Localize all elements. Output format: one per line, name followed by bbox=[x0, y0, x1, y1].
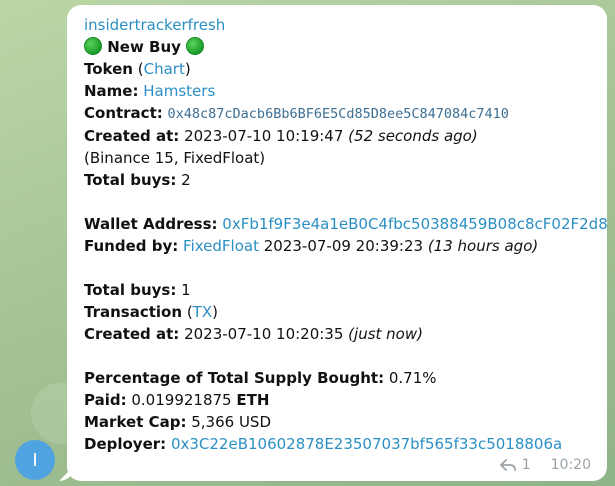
funded-link[interactable]: FixedFloat bbox=[183, 237, 259, 255]
sender-name[interactable]: insidertrackerfresh bbox=[84, 14, 593, 36]
wallet-total-buys-row: Total buys: 1 bbox=[84, 279, 593, 301]
paid-unit: ETH bbox=[236, 391, 270, 409]
pct-value: 0.71% bbox=[388, 369, 437, 387]
created-value: 2023-07-10 10:19:47 bbox=[184, 127, 344, 145]
tx-created-row: Created at: 2023-07-10 10:20:35 (just no… bbox=[84, 323, 593, 345]
green-circle-icon bbox=[84, 37, 102, 55]
headline: New Buy bbox=[84, 36, 593, 58]
transaction-label: Transaction bbox=[84, 303, 183, 321]
wallet-link[interactable]: 0xFb1f9F3e4a1eB0C4fbc50388459B08c8cF02F2… bbox=[222, 215, 607, 233]
mcap-label: Market Cap: bbox=[84, 413, 187, 431]
deployer-link[interactable]: 0x3C22eB10602878E23507037bf565f33c501880… bbox=[171, 435, 562, 453]
wallet-total-buys-label: Total buys: bbox=[84, 281, 177, 299]
funded-relative: (13 hours ago) bbox=[427, 237, 539, 255]
deployer-label: Deployer: bbox=[84, 435, 167, 453]
created-relative: (52 seconds ago) bbox=[348, 127, 478, 145]
paid-row: Paid: 0.019921875 ETH bbox=[84, 389, 593, 411]
total-buys-label: Total buys: bbox=[84, 171, 177, 189]
paren-close: ) bbox=[184, 60, 191, 78]
avatar-letter: I bbox=[32, 449, 38, 471]
contract-row: Contract: 0x48c87cDacb6Bb6BF6E5Cd85D8ee5… bbox=[84, 102, 593, 125]
reply-icon[interactable] bbox=[499, 458, 516, 472]
tx-paren-close: ) bbox=[212, 303, 218, 321]
created-label: Created at: bbox=[84, 127, 180, 145]
total-buys-value: 2 bbox=[181, 171, 191, 189]
paid-label: Paid: bbox=[84, 391, 127, 409]
wallet-row: Wallet Address: 0xFb1f9F3e4a1eB0C4fbc503… bbox=[84, 213, 608, 235]
chart-link[interactable]: Chart bbox=[144, 60, 185, 78]
tx-created-label: Created at: bbox=[84, 325, 180, 343]
reply-count[interactable]: 1 bbox=[522, 457, 531, 473]
tx-created-value: 2023-07-10 10:20:35 bbox=[184, 325, 344, 343]
message-time: 10:20 bbox=[550, 457, 591, 473]
name-row: Name: Hamsters bbox=[84, 80, 593, 102]
message-bubble: insidertrackerfresh New Buy Token (Chart… bbox=[67, 5, 608, 481]
token-label: Token bbox=[84, 60, 133, 78]
green-circle-icon bbox=[186, 37, 205, 55]
funded-label: Funded by: bbox=[84, 237, 179, 255]
wallet-label: Wallet Address: bbox=[84, 215, 218, 233]
mcap-value: 5,366 USD bbox=[191, 413, 271, 431]
transaction-row: Transaction (TX) bbox=[84, 301, 593, 323]
tx-created-relative: (just now) bbox=[348, 325, 423, 343]
deployer-row: Deployer: 0x3C22eB10602878E23507037bf565… bbox=[84, 433, 593, 455]
pct-label: Percentage of Total Supply Bought: bbox=[84, 369, 385, 387]
name-link[interactable]: Hamsters bbox=[143, 82, 215, 100]
contract-label: Contract: bbox=[84, 104, 163, 122]
wallet-total-buys-value: 1 bbox=[181, 281, 191, 299]
tx-link[interactable]: TX bbox=[193, 303, 212, 321]
pct-row: Percentage of Total Supply Bought: 0.71% bbox=[84, 367, 593, 389]
sources-row: (Binance 15, FixedFloat) bbox=[84, 149, 266, 167]
message-meta: 1 10:20 bbox=[499, 457, 591, 473]
funded-time: 2023-07-09 20:39:23 bbox=[263, 237, 424, 255]
token-row: Token (Chart) bbox=[84, 58, 593, 80]
contract-address[interactable]: 0x48c87cDacb6Bb6BF6E5Cd85D8ee5C847084c74… bbox=[168, 106, 509, 122]
headline-text: New Buy bbox=[107, 38, 181, 56]
sender-avatar[interactable]: I bbox=[15, 440, 55, 480]
funded-row: Funded by: FixedFloat 2023-07-09 20:39:2… bbox=[84, 235, 593, 257]
name-label: Name: bbox=[84, 82, 139, 100]
total-buys-row: Total buys: 2 bbox=[84, 169, 593, 191]
mcap-row: Market Cap: 5,366 USD bbox=[84, 411, 593, 433]
paid-value: 0.019921875 bbox=[131, 391, 232, 409]
created-row: Created at: 2023-07-10 10:19:47 (52 seco… bbox=[84, 125, 593, 147]
